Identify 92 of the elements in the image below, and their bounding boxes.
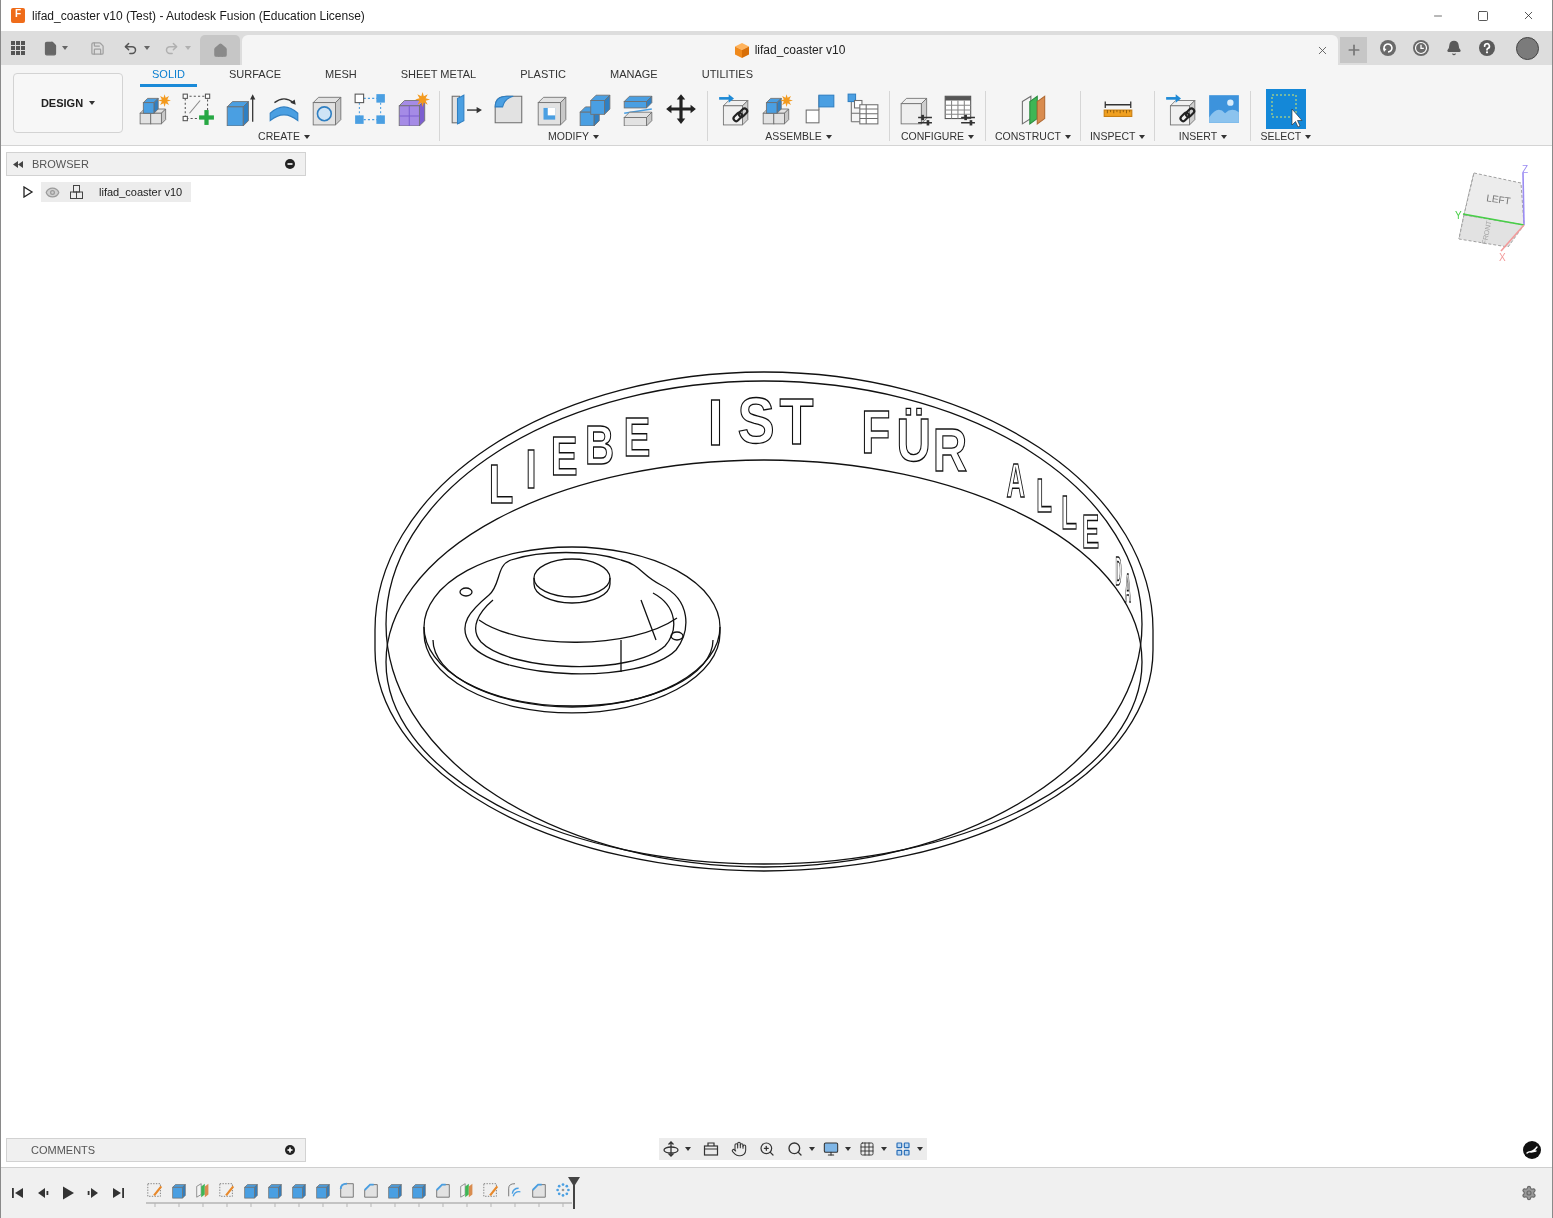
toolbar-tab[interactable]: MANAGE	[598, 68, 670, 87]
maximize-icon[interactable]	[1477, 9, 1489, 22]
box-link-icon[interactable]	[717, 92, 751, 126]
selection-cursor-icon[interactable]	[1265, 89, 1306, 129]
circle-arrow-icon[interactable]	[1380, 40, 1396, 56]
plus-circle-icon[interactable]	[285, 1145, 295, 1155]
flag-icon[interactable]	[803, 92, 837, 126]
rounded-corner-icon[interactable]	[338, 1180, 356, 1199]
monitor-icon[interactable]	[823, 1141, 839, 1157]
caret-icon[interactable]	[825, 134, 832, 139]
play-icon[interactable]	[61, 1186, 75, 1200]
caret-icon[interactable]	[303, 134, 310, 139]
caret-icon[interactable]	[685, 1147, 691, 1151]
engraved-word: ALLE	[1006, 452, 1100, 558]
settings-icon[interactable]	[1521, 1185, 1537, 1201]
toolbar-tab[interactable]: SHEET METAL	[388, 68, 489, 87]
magnifier-icon[interactable]	[787, 1141, 803, 1157]
step-forward-icon[interactable]	[86, 1186, 100, 1200]
cube-star-icon[interactable]	[396, 92, 430, 126]
caret-icon[interactable]	[968, 134, 974, 139]
engraved-word: DA	[1115, 549, 1131, 611]
window-title: lifad_coaster v10 (Test) - Autodesk Fusion (Education License)	[32, 7, 365, 25]
tool-group-menu[interactable]: INSERT	[1178, 130, 1228, 143]
double-triangle-icon[interactable]	[13, 160, 23, 168]
step-back-icon[interactable]	[36, 1186, 50, 1200]
move-icon[interactable]	[664, 92, 698, 126]
caret-icon[interactable]	[845, 1147, 851, 1151]
toolbar-tab[interactable]: SURFACE	[217, 68, 293, 87]
expand-triangle-icon[interactable]	[22, 186, 34, 198]
minus-circle-icon[interactable]	[285, 159, 295, 169]
box-arrow-icon[interactable]	[224, 92, 258, 126]
panel-title: BROWSER	[32, 156, 89, 172]
caret-icon[interactable]	[917, 1147, 923, 1151]
boxes-outline-icon	[69, 184, 85, 200]
dashed-square-plus-icon[interactable]	[181, 92, 215, 126]
table-icon[interactable]	[846, 92, 880, 126]
browser-item[interactable]: lifad_coaster v10	[41, 182, 192, 202]
caret-icon[interactable]	[809, 1147, 815, 1151]
cubes-star-icon[interactable]	[138, 92, 172, 126]
toolbar-tab[interactable]: MESH	[313, 68, 369, 87]
cube-face-label: LEFT	[1485, 192, 1512, 207]
undo-icon[interactable]	[123, 40, 138, 56]
toolbar-tab[interactable]: SOLID	[140, 68, 197, 87]
axis-label: Z	[1522, 164, 1529, 175]
tool-group-menu[interactable]: INSPECT	[1089, 130, 1146, 143]
workspace-switcher[interactable]: DESIGN	[13, 73, 123, 133]
axis-label: Y	[1455, 210, 1462, 221]
panel-arrow-icon[interactable]	[449, 92, 483, 126]
rotate-arrows-icon[interactable]	[663, 1141, 679, 1157]
caret-icon[interactable]	[1139, 134, 1146, 139]
caret-icon[interactable]	[1305, 134, 1312, 139]
caret-icon[interactable]	[592, 134, 599, 139]
apps-grid-icon[interactable]	[11, 41, 25, 55]
avatar[interactable]	[1516, 36, 1539, 60]
caret-icon[interactable]	[1221, 134, 1228, 139]
tool-group-menu[interactable]: CREATE	[258, 130, 310, 143]
bell-icon[interactable]	[1446, 40, 1462, 56]
caret-icon[interactable]	[881, 1147, 887, 1151]
help-icon[interactable]	[1479, 40, 1495, 56]
zoom-in-icon[interactable]	[759, 1141, 775, 1157]
tool-group-menu[interactable]: CONSTRUCT	[995, 130, 1071, 143]
axis-label: X	[1499, 252, 1506, 263]
dots-icon[interactable]	[554, 1180, 572, 1199]
cubes-star-icon[interactable]	[760, 92, 794, 126]
clock-icon[interactable]	[1413, 40, 1429, 56]
playhead-marker[interactable]	[568, 1177, 580, 1209]
grid-icon[interactable]	[859, 1141, 875, 1157]
image-icon[interactable]	[1207, 92, 1242, 126]
engraved-word: IST	[707, 384, 814, 460]
panel-title: COMMENTS	[31, 1142, 96, 1158]
document-icon[interactable]	[43, 40, 58, 56]
caret-icon[interactable]	[89, 101, 96, 105]
skip-to-end-icon[interactable]	[111, 1186, 125, 1200]
engraved-word: FÜR	[861, 397, 968, 485]
app-logo: F	[11, 8, 25, 23]
tool-group-menu[interactable]: SELECT	[1260, 130, 1312, 143]
caret-icon[interactable]	[1064, 134, 1071, 139]
tool-group-menu[interactable]: CONFIGURE	[901, 130, 974, 143]
close-icon[interactable]	[1522, 9, 1535, 22]
tool-group-menu[interactable]: ASSEMBLE	[765, 130, 832, 143]
four-panes-icon[interactable]	[895, 1141, 911, 1157]
skip-to-start-icon[interactable]	[11, 1186, 25, 1200]
document-tab[interactable]: lifad_coaster v10	[242, 35, 1338, 65]
tool-group-menu[interactable]: MODIFY	[548, 130, 599, 143]
toolbar-tab[interactable]: UTILITIES	[689, 68, 766, 87]
square-pattern-icon[interactable]	[353, 92, 387, 126]
hand-icon[interactable]	[731, 1141, 747, 1157]
briefcase-icon[interactable]	[703, 1141, 719, 1157]
circle-logo-icon[interactable]	[1523, 1141, 1541, 1159]
two-boxes-icon[interactable]	[578, 92, 612, 126]
toolbar-tab[interactable]: PLASTIC	[508, 68, 578, 87]
cube-icon	[734, 42, 749, 58]
